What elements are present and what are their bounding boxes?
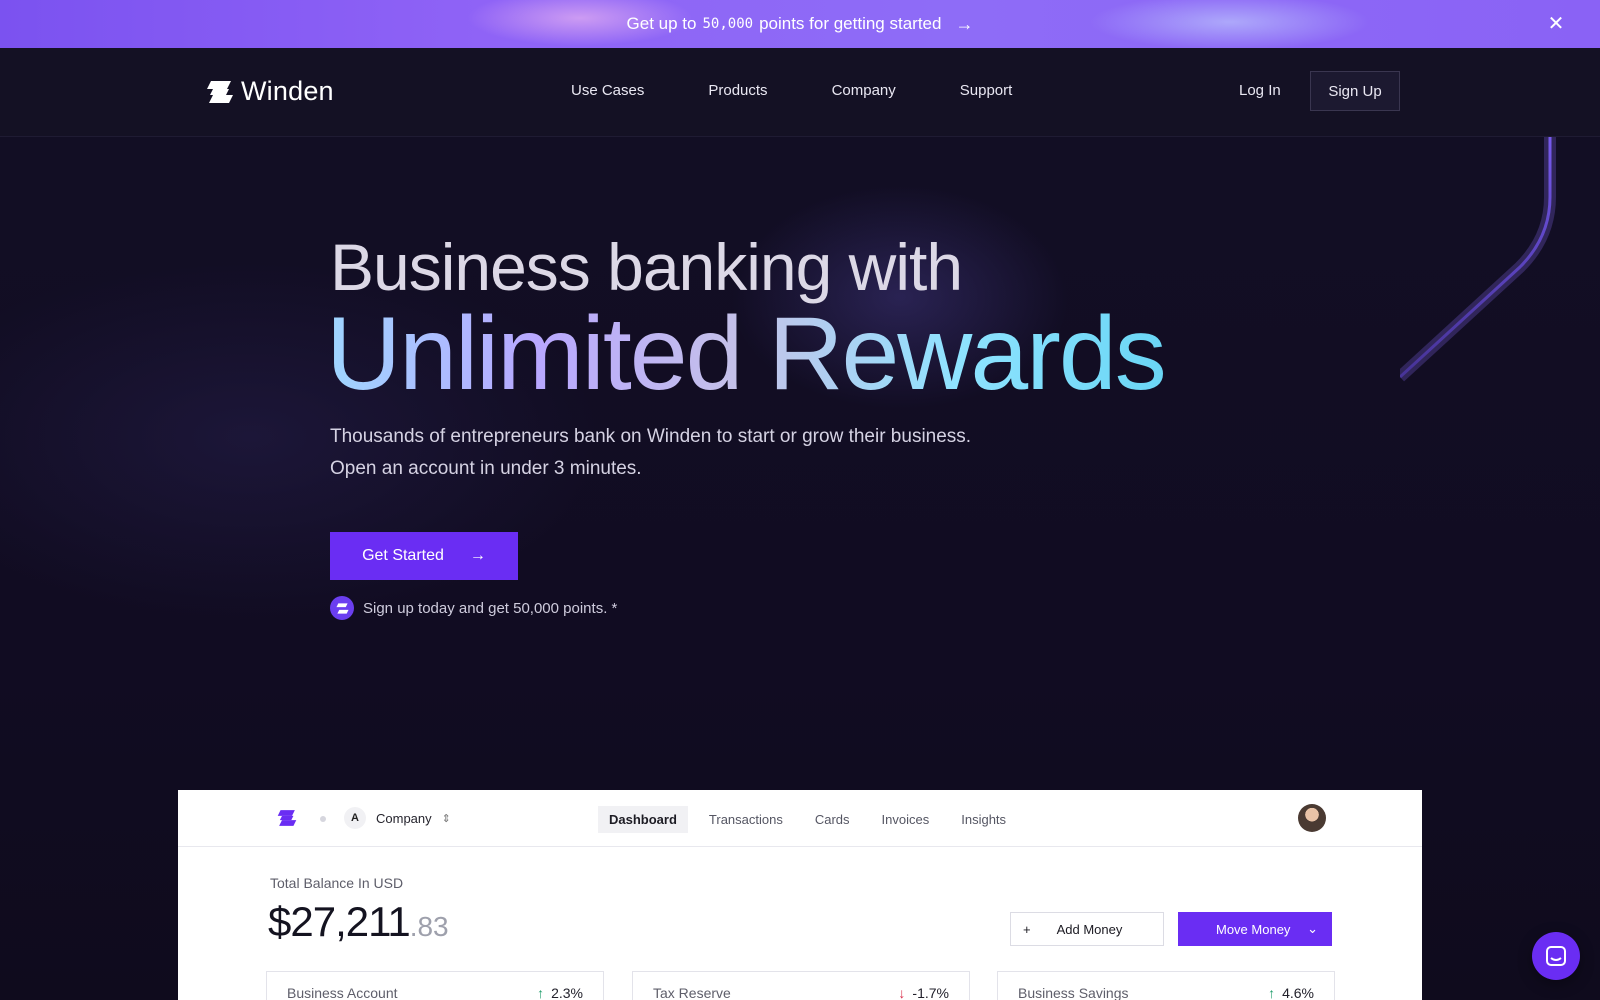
nav-use-cases[interactable]: Use Cases — [571, 82, 644, 99]
decorative-glow-line — [1400, 137, 1556, 382]
dashboard-topbar: A Company ⇕ Dashboard Transactions Cards… — [178, 790, 1422, 847]
login-link[interactable]: Log In — [1239, 82, 1281, 99]
account-change-value: -1.7% — [912, 985, 949, 1000]
tab-transactions[interactable]: Transactions — [698, 806, 794, 833]
move-money-label: Move Money — [1216, 921, 1291, 937]
arrow-up-icon: ↑ — [1268, 985, 1276, 1000]
account-change-value: 4.6% — [1282, 985, 1314, 1000]
account-card[interactable]: Business Savings ↑ 4.6% — [997, 971, 1335, 1000]
logo-text: Winden — [241, 76, 334, 106]
company-switcher[interactable]: A Company ⇕ — [344, 807, 451, 829]
nav-company[interactable]: Company — [832, 82, 896, 99]
signup-note: Sign up today and get 50,000 points. * — [330, 596, 617, 620]
balance-amount: $27,211.83 — [268, 898, 449, 946]
add-money-button[interactable]: + Add Money — [1010, 912, 1164, 946]
account-change-value: 2.3% — [551, 985, 583, 1000]
account-card[interactable]: Business Account ↑ 2.3% — [266, 971, 604, 1000]
add-money-label: Add Money — [1056, 921, 1123, 937]
company-avatar: A — [344, 807, 366, 829]
get-started-label: Get Started — [362, 547, 444, 564]
account-name: Tax Reserve — [653, 985, 731, 1000]
main-nav: Use Cases Products Company Support — [571, 82, 1076, 99]
winden-logo-icon — [207, 80, 233, 103]
account-name: Business Savings — [1018, 985, 1129, 1000]
announcement-banner[interactable]: Get up to 50,000 points for getting star… — [0, 0, 1600, 48]
plus-icon: + — [1023, 921, 1031, 937]
arrow-right-icon: → — [469, 547, 486, 564]
close-icon[interactable]: ✕ — [1544, 12, 1568, 36]
logo[interactable]: Winden — [207, 76, 334, 107]
site-header: Winden Use Cases Products Company Suppor… — [0, 48, 1600, 137]
hero-subtitle: Thousands of entrepreneurs bank on Winde… — [330, 421, 971, 485]
banner-points: 50,000 — [702, 16, 754, 32]
hero-subtitle-line1: Thousands of entrepreneurs bank on Winde… — [330, 426, 972, 447]
arrow-up-icon: ↑ — [537, 985, 545, 1000]
hero-title-line1: Business banking with — [330, 230, 963, 304]
nav-support[interactable]: Support — [960, 82, 1013, 99]
account-name: Business Account — [287, 985, 398, 1000]
sort-icon: ⇕ — [441, 812, 451, 825]
dashboard-tabs: Dashboard Transactions Cards Invoices In… — [598, 806, 1017, 833]
banner-text-after: points for getting started — [759, 14, 942, 33]
winden-badge-icon — [330, 596, 354, 620]
chevron-down-icon: ⌄ — [1307, 921, 1318, 936]
chat-icon — [1546, 946, 1566, 966]
company-name: Company — [376, 810, 432, 826]
hero-title-line2: Unlimited Rewards — [326, 296, 1167, 412]
tab-insights[interactable]: Insights — [950, 806, 1017, 833]
balance-label: Total Balance In USD — [270, 875, 404, 891]
chat-widget-button[interactable] — [1532, 932, 1580, 980]
tab-invoices[interactable]: Invoices — [871, 806, 941, 833]
balance-whole: $27,211 — [268, 898, 411, 945]
account-change: ↑ 4.6% — [1268, 985, 1314, 1000]
banner-link[interactable]: Get up to 50,000 points for getting star… — [627, 14, 974, 35]
account-change: ↑ 2.3% — [537, 985, 583, 1000]
account-change: ↓ -1.7% — [898, 985, 949, 1000]
user-avatar[interactable] — [1298, 804, 1326, 832]
signup-button[interactable]: Sign Up — [1310, 71, 1400, 111]
arrow-right-icon: → — [955, 13, 974, 34]
tab-dashboard[interactable]: Dashboard — [598, 806, 688, 833]
account-card[interactable]: Tax Reserve ↓ -1.7% — [632, 971, 970, 1000]
dashboard-preview: A Company ⇕ Dashboard Transactions Cards… — [178, 790, 1422, 1000]
banner-text-before: Get up to — [626, 14, 697, 33]
arrow-down-icon: ↓ — [898, 985, 906, 1000]
separator-dot — [320, 816, 326, 822]
signup-note-text: Sign up today and get 50,000 points. * — [363, 599, 618, 617]
hero-subtitle-line2: Open an account in under 3 minutes. — [330, 458, 642, 479]
get-started-button[interactable]: Get Started → — [330, 532, 518, 580]
move-money-button[interactable]: Move Money ⌄ — [1178, 912, 1332, 946]
tab-cards[interactable]: Cards — [804, 806, 861, 833]
dashboard-logo-icon — [277, 810, 297, 826]
balance-cents: .83 — [409, 911, 449, 942]
nav-products[interactable]: Products — [708, 82, 767, 99]
